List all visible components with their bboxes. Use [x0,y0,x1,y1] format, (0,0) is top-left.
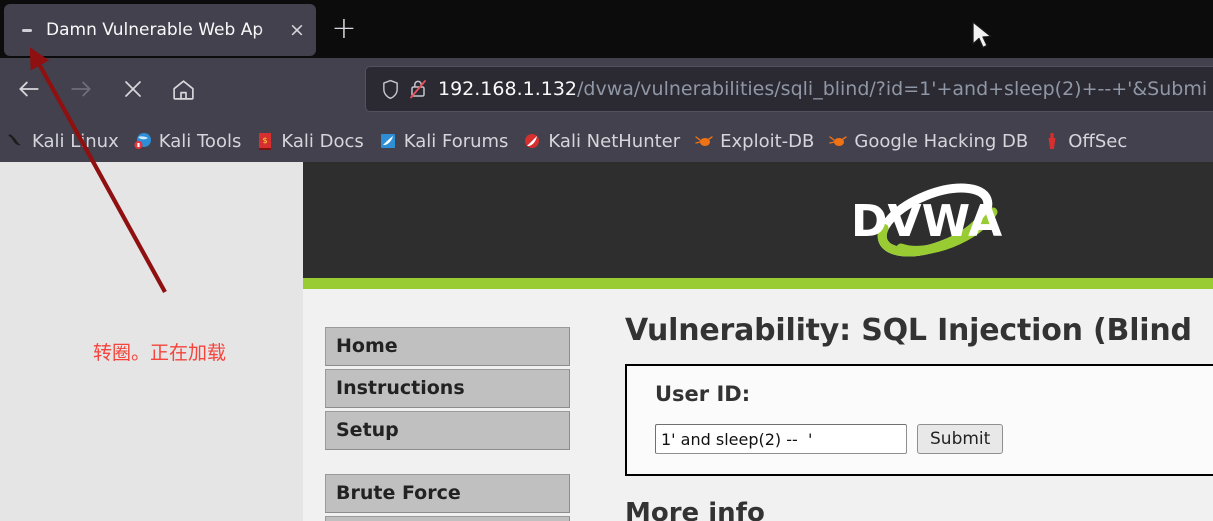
bookmark-label: Kali NetHunter [548,130,681,152]
bookmark-label: Kali Forums [403,130,509,152]
bookmark-label: Google Hacking DB [854,130,1029,152]
loading-spinner-icon [20,22,36,38]
kali-dragon-icon [6,131,26,151]
dvwa-logo: DVWA [843,180,1018,262]
annotation-text: 转圈。正在加载 [93,342,227,364]
tab-bar: Damn Vulnerable Web Ap × + [0,0,1213,58]
bookmark-label: Kali Linux [32,130,119,152]
svg-text:$: $ [263,136,268,145]
bookmarks-bar: Kali Linux Kali Tools $ Kali Docs Kali F… [0,120,1213,162]
sidebar-item-home[interactable]: Home [325,327,570,366]
sidebar-divider [325,453,570,474]
shield-icon[interactable] [376,75,404,103]
bookmark-exploit-db[interactable]: Exploit-DB [694,131,814,152]
bookmark-label: Exploit-DB [720,130,815,152]
sidebar-item-brute-force[interactable]: Brute Force [325,474,570,513]
kali-docs-icon: $ [255,131,275,151]
kali-forums-icon [378,131,398,151]
dvwa-main-content: Vulnerability: SQL Injection (Blind User… [625,313,1213,521]
dvwa-logo-text: DVWA [851,196,1002,247]
browser-window: Damn Vulnerable Web Ap × + 192.168.1.132… [0,0,1213,521]
bookmark-kali-forums[interactable]: Kali Forums [378,130,509,152]
address-bar[interactable]: 192.168.1.132/dvwa/vulnerabilities/sqli_… [365,66,1213,112]
bookmark-label: Kali Docs [281,130,364,152]
tab-title: Damn Vulnerable Web Ap [46,20,264,40]
back-icon[interactable] [12,72,46,106]
google-hacking-icon [828,131,848,151]
bookmark-kali-nethunter[interactable]: Kali NetHunter [522,131,680,152]
kali-tools-icon [133,131,153,151]
more-info-heading: More info [625,498,765,521]
dvwa-page: DVWA Home Instructions Setup Brute Force… [303,162,1213,521]
vulnerability-form-box: User ID: Submit [625,364,1213,476]
url-path: /dvwa/vulnerabilities/sqli_blind/?id=1'+… [577,78,1208,100]
bookmark-kali-linux[interactable]: Kali Linux [6,131,119,152]
exploit-db-icon [694,131,714,151]
submit-button[interactable]: Submit [917,424,1004,454]
offsec-icon [1042,131,1062,151]
stop-loading-icon[interactable] [116,72,150,106]
user-id-input[interactable] [655,424,907,454]
bookmark-label: OffSec [1068,130,1128,152]
dvwa-sidebar-menu: Home Instructions Setup Brute Force Comm… [325,327,570,521]
user-id-label: User ID: [655,382,751,406]
url-text[interactable]: 192.168.1.132/dvwa/vulnerabilities/sqli_… [438,78,1207,100]
dvwa-green-divider [303,278,1213,289]
broken-padlock-icon[interactable] [404,75,432,103]
new-tab-button[interactable]: + [326,12,362,48]
browser-tab[interactable]: Damn Vulnerable Web Ap × [4,4,316,56]
sidebar-item-setup[interactable]: Setup [325,411,570,450]
user-id-form-row: Submit [655,424,1203,454]
forward-icon[interactable] [64,72,98,106]
bookmark-kali-docs[interactable]: $ Kali Docs [255,130,364,152]
bookmark-google-hacking-db[interactable]: Google Hacking DB [828,131,1028,152]
home-icon[interactable] [166,72,200,106]
dvwa-header: DVWA [303,162,1213,278]
bookmark-kali-tools[interactable]: Kali Tools [133,130,242,152]
bookmark-offsec[interactable]: OffSec [1042,131,1127,152]
close-tab-icon[interactable]: × [286,20,308,40]
nethunter-icon [522,131,542,151]
url-host: 192.168.1.132 [438,78,578,100]
page-title: Vulnerability: SQL Injection (Blind [625,313,1192,348]
sidebar-item-instructions[interactable]: Instructions [325,369,570,408]
bookmark-label: Kali Tools [158,130,242,152]
sidebar-item-command-execution[interactable]: Command Execution [325,516,570,521]
